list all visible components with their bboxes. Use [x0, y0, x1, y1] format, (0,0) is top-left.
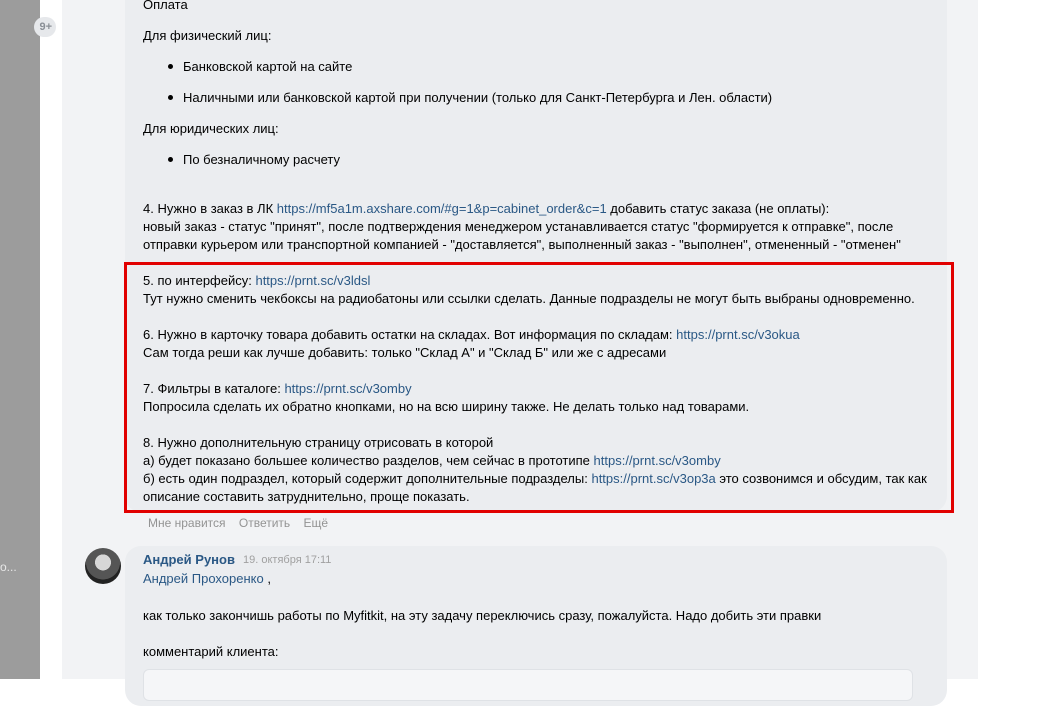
- message-text: как только закончишь работы по Myfitkit,…: [143, 608, 822, 623]
- message-date[interactable]: 19. октября 17:11: [243, 554, 331, 566]
- mention-suffix: ,: [263, 571, 271, 586]
- quoted-comment-box: [143, 669, 913, 701]
- sidebar-truncated-text: о...: [0, 560, 17, 574]
- client-comment-label: комментарий клиента:: [143, 644, 279, 659]
- legal-heading: Для юридических лиц:: [143, 121, 279, 136]
- left-strip: 9+: [34, 0, 62, 679]
- avatar[interactable]: [85, 548, 121, 584]
- mention-line: Андрей Прохоренко ,: [143, 571, 271, 586]
- list-item: Наличными или банковской картой при полу…: [183, 90, 773, 105]
- individuals-heading: Для физический лиц:: [143, 28, 272, 43]
- item4-prefix: 4. Нужно в заказ в ЛК: [143, 201, 277, 216]
- item4-line2: новый заказ - статус "принят", после под…: [143, 219, 894, 234]
- bullet: [168, 95, 173, 100]
- payment-heading: Оплата: [143, 0, 188, 12]
- item4-line1: 4. Нужно в заказ в ЛК https://mf5a1m.axs…: [143, 200, 829, 218]
- bullet: [168, 64, 173, 69]
- bullet: [168, 157, 173, 162]
- author-name[interactable]: Андрей Рунов: [143, 552, 235, 567]
- unread-count-badge[interactable]: 9+: [34, 17, 56, 37]
- list-item: По безналичному расчету: [183, 152, 341, 167]
- more-button[interactable]: Ещё: [304, 516, 329, 530]
- list-item: Банковской картой на сайте: [183, 59, 353, 74]
- like-button[interactable]: Мне нравится: [148, 516, 226, 530]
- item4-line3: отправки курьером или транспортной компа…: [143, 237, 901, 252]
- mention-link[interactable]: Андрей Прохоренко: [143, 571, 264, 586]
- item4-suffix: добавить статус заказа (не оплаты):: [606, 201, 830, 216]
- left-sidebar: о...: [0, 0, 40, 679]
- highlight-box: [124, 262, 954, 513]
- item4-link[interactable]: https://mf5a1m.axshare.com/#g=1&p=cabine…: [277, 201, 607, 216]
- message-actions: Мне нравится Ответить Ещё: [148, 516, 338, 530]
- reply-button[interactable]: Ответить: [239, 516, 290, 530]
